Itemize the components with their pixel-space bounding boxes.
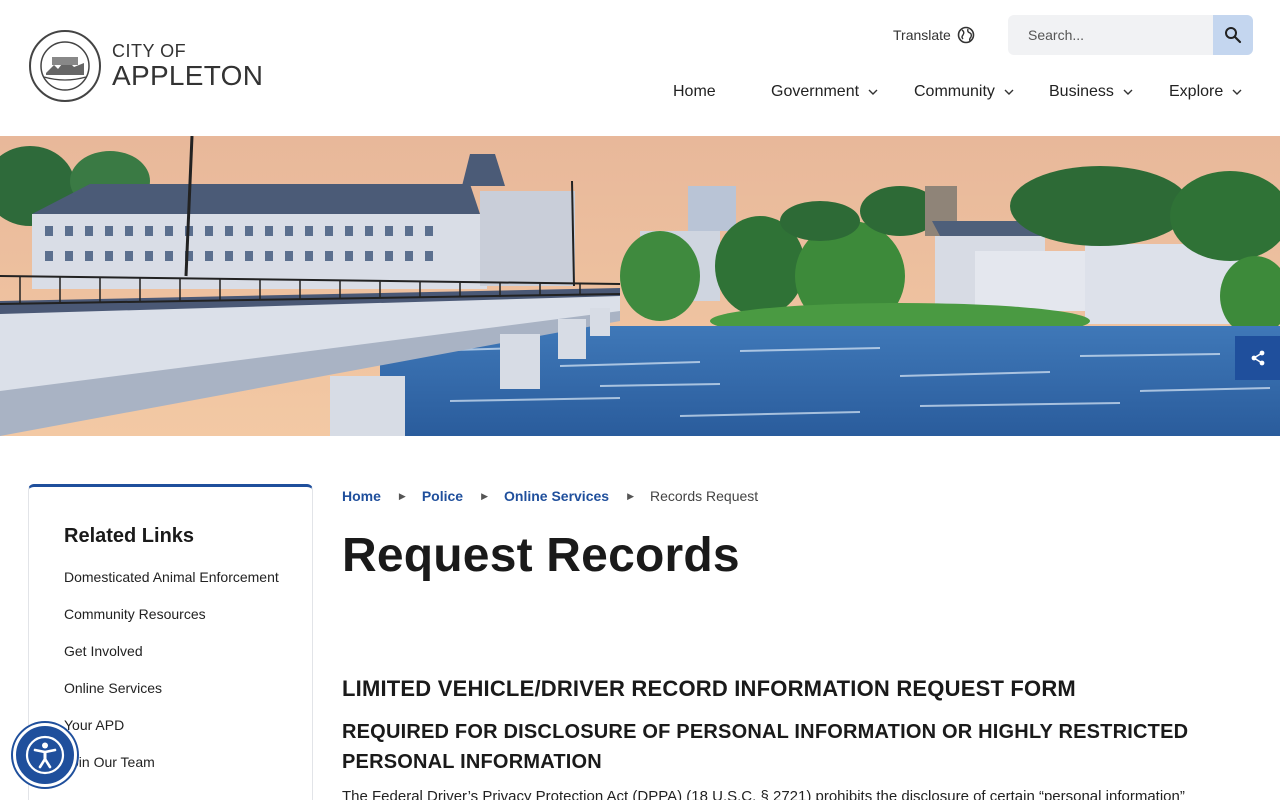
search-button[interactable] [1213, 15, 1253, 55]
breadcrumb-current: Records Request [649, 488, 759, 504]
related-links-list: Domesticated Animal Enforcement Communit… [64, 567, 284, 789]
breadcrumb-home[interactable]: Home [342, 488, 381, 504]
related-link[interactable]: Get Involved [64, 641, 284, 662]
site-header: CITY OF APPLETON Translate Home Governme… [0, 0, 1280, 136]
nav-community[interactable]: Community [914, 80, 1014, 104]
chevron-down-icon [1123, 89, 1133, 95]
nav-explore[interactable]: Explore [1169, 80, 1242, 104]
nav-business[interactable]: Business [1049, 80, 1133, 104]
chevron-down-icon [1232, 89, 1242, 95]
logo-city-of: CITY OF [112, 41, 187, 61]
related-link[interactable]: Community Resources [64, 604, 284, 625]
breadcrumb-online-services[interactable]: Online Services [504, 488, 609, 504]
hero-banner-image [0, 136, 1280, 436]
main-nav: Home Government Community Business Explo… [0, 80, 1280, 106]
related-link[interactable]: Your APD [64, 715, 284, 736]
related-link[interactable]: Domesticated Animal Enforcement [64, 567, 284, 588]
search-icon [1225, 27, 1242, 44]
chevron-right-icon: ▶ [398, 490, 406, 501]
accessibility-icon [25, 735, 65, 775]
search-input[interactable] [1008, 15, 1213, 55]
nav-home[interactable]: Home [673, 80, 716, 104]
intro-paragraph: The Federal Driver’s Privacy Protection … [342, 788, 1185, 800]
search-box [1008, 15, 1253, 55]
accessibility-button[interactable] [13, 723, 77, 787]
breadcrumb-police[interactable]: Police [422, 488, 463, 504]
related-links-title: Related Links [64, 525, 195, 547]
requirement-heading: REQUIRED FOR DISCLOSURE OF PERSONAL INFO… [342, 721, 1189, 773]
globe-icon [957, 26, 975, 44]
nav-government[interactable]: Government [771, 80, 878, 104]
chevron-right-icon: ▶ [627, 490, 634, 501]
chevron-down-icon [1004, 89, 1014, 95]
chevron-right-icon: ▶ [481, 490, 488, 501]
share-icon [1251, 350, 1264, 366]
translate-button[interactable]: Translate [893, 25, 975, 45]
related-link[interactable]: Online Services [64, 678, 284, 699]
share-button[interactable] [1235, 336, 1280, 380]
breadcrumb: Home ▶ Police ▶ Online Services ▶ Record… [342, 487, 758, 505]
chevron-down-icon [868, 89, 878, 95]
related-link[interactable]: Join Our Team [64, 752, 284, 773]
page-title: Request Records [342, 529, 740, 582]
form-heading: LIMITED VEHICLE/DRIVER RECORD INFORMATIO… [342, 676, 1076, 701]
translate-label: Translate [893, 27, 951, 43]
